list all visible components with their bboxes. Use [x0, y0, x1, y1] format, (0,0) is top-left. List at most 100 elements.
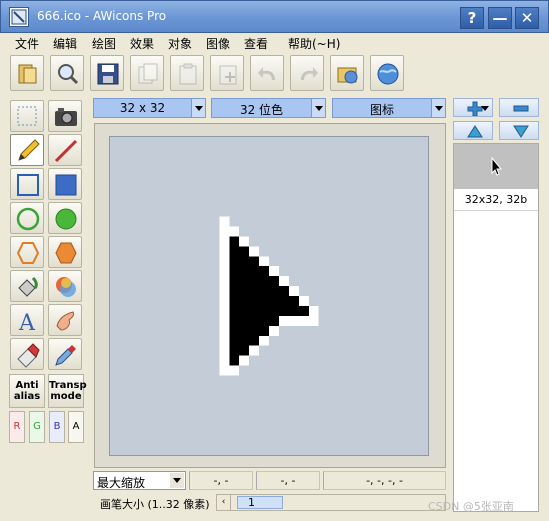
- capture-tool[interactable]: [48, 100, 82, 132]
- globe-icon: [377, 63, 399, 85]
- close-button[interactable]: ✕: [515, 7, 539, 29]
- edit-canvas[interactable]: [109, 136, 429, 456]
- hand-icon: [56, 311, 74, 331]
- chevron-down-icon: [431, 99, 445, 117]
- menu-effects[interactable]: 效果: [130, 35, 154, 52]
- color-value: -, -, -, -: [323, 471, 446, 490]
- chevron-down-icon: [481, 106, 489, 111]
- brush-size-slider[interactable]: ‹ 1: [216, 494, 446, 511]
- brush-size-value[interactable]: 1: [237, 496, 283, 509]
- smudge-tool[interactable]: [48, 304, 82, 336]
- gradient-tool[interactable]: [48, 270, 82, 302]
- camera-icon: [55, 108, 77, 126]
- filled-ellipse-tool[interactable]: [48, 202, 82, 234]
- triangle-down-icon: [513, 125, 529, 138]
- title-bar: 666.ico - AWicons Pro ? — ✕: [0, 0, 549, 33]
- minimize-button[interactable]: —: [488, 7, 512, 29]
- eyedropper-icon: [55, 345, 76, 366]
- channel-a-toggle[interactable]: A: [68, 411, 84, 443]
- add-format-button[interactable]: [453, 98, 493, 117]
- move-down-button[interactable]: [499, 121, 539, 140]
- circle-icon: [16, 207, 40, 231]
- format-thumbnail[interactable]: [454, 144, 538, 189]
- window-title: 666.ico - AWicons Pro: [37, 9, 167, 23]
- type-select[interactable]: 图标: [332, 98, 446, 118]
- undo-button[interactable]: [250, 55, 284, 91]
- line-tool[interactable]: [48, 134, 82, 166]
- menu-file[interactable]: 文件: [15, 35, 39, 52]
- line-icon: [54, 139, 78, 163]
- filled-polygon-tool[interactable]: [48, 236, 82, 268]
- redo-button[interactable]: [290, 55, 324, 91]
- eraser-icon: [17, 343, 40, 368]
- paste-button[interactable]: [170, 55, 204, 91]
- rect-tool[interactable]: [10, 168, 44, 200]
- pencil-icon: [18, 139, 40, 161]
- antialias-toggle[interactable]: Anti alias: [9, 374, 45, 408]
- format-label: 32x32, 32b: [464, 193, 528, 206]
- minus-icon: [513, 105, 529, 112]
- paste-new-button[interactable]: [210, 55, 244, 91]
- text-tool[interactable]: A: [10, 304, 44, 336]
- zoom-button[interactable]: [50, 55, 84, 91]
- pencil-tool[interactable]: [10, 134, 44, 166]
- divider: [454, 210, 538, 211]
- open-button[interactable]: [10, 55, 44, 91]
- menu-view[interactable]: 查看: [244, 35, 268, 52]
- chevron-down-icon: [170, 473, 184, 488]
- format-list[interactable]: 32x32, 32b: [453, 143, 539, 512]
- app-icon: [9, 7, 29, 27]
- channel-g-toggle[interactable]: G: [29, 411, 45, 443]
- menu-image[interactable]: 图像: [206, 35, 230, 52]
- chevron-down-icon: [191, 99, 205, 117]
- menu-help[interactable]: 帮助(~H): [288, 35, 340, 52]
- channel-b-toggle[interactable]: B: [49, 411, 65, 443]
- menu-bar: 文件 编辑 绘图 效果 对象 图像 查看 帮助(~H): [0, 33, 549, 52]
- menu-object[interactable]: 对象: [168, 35, 192, 52]
- remove-format-button[interactable]: [499, 98, 539, 117]
- svg-text:A: A: [18, 311, 36, 334]
- menu-edit[interactable]: 编辑: [53, 35, 77, 52]
- disk-icon: [97, 63, 119, 85]
- library-button[interactable]: [330, 55, 364, 91]
- polygon-tool[interactable]: [10, 236, 44, 268]
- size-select[interactable]: 32 x 32: [93, 98, 206, 118]
- hexagon-icon: [16, 242, 40, 264]
- menu-draw[interactable]: 绘图: [92, 35, 116, 52]
- picker-tool[interactable]: [48, 338, 82, 370]
- transparent-mode-toggle[interactable]: Transp mode: [48, 374, 87, 408]
- chevron-left-icon[interactable]: ‹: [217, 495, 231, 510]
- zoom-select[interactable]: 最大缩放: [93, 471, 186, 490]
- transparent-mode-label: Transp mode: [49, 380, 87, 402]
- size-value: 32 x 32: [119, 101, 166, 115]
- cursor-thumbnail-icon: [491, 156, 503, 176]
- cursor-arrow-icon: [219, 216, 319, 376]
- select-tool[interactable]: [10, 100, 44, 132]
- zoom-value: 最大缩放: [97, 476, 146, 490]
- chevron-down-icon: [311, 99, 325, 117]
- clipboard-icon: [179, 63, 197, 85]
- ellipse-tool[interactable]: [10, 202, 44, 234]
- canvas-frame: [94, 123, 446, 468]
- gradient-icon: [56, 277, 76, 297]
- move-up-button[interactable]: [453, 121, 493, 140]
- filled-rectangle-icon: [55, 174, 77, 196]
- antialias-label: Anti alias: [13, 380, 41, 402]
- eraser-tool[interactable]: [10, 338, 44, 370]
- brush-size-label: 画笔大小 (1..32 像素): [100, 498, 210, 511]
- magnifier-icon: [58, 64, 79, 85]
- undo-icon: [258, 67, 275, 80]
- save-button[interactable]: [90, 55, 124, 91]
- filled-hexagon-icon: [55, 242, 77, 264]
- channel-r-toggle[interactable]: R: [9, 411, 25, 443]
- redo-icon: [301, 67, 318, 80]
- copy-button[interactable]: [130, 55, 164, 91]
- marquee-icon: [17, 106, 37, 126]
- type-value: 图标: [369, 103, 394, 117]
- web-button[interactable]: [370, 55, 404, 91]
- help-button[interactable]: ?: [460, 7, 484, 29]
- depth-select[interactable]: 32 位色: [211, 98, 326, 118]
- filled-rect-tool[interactable]: [48, 168, 82, 200]
- fill-tool[interactable]: [10, 270, 44, 302]
- paint-bucket-icon: [18, 276, 38, 297]
